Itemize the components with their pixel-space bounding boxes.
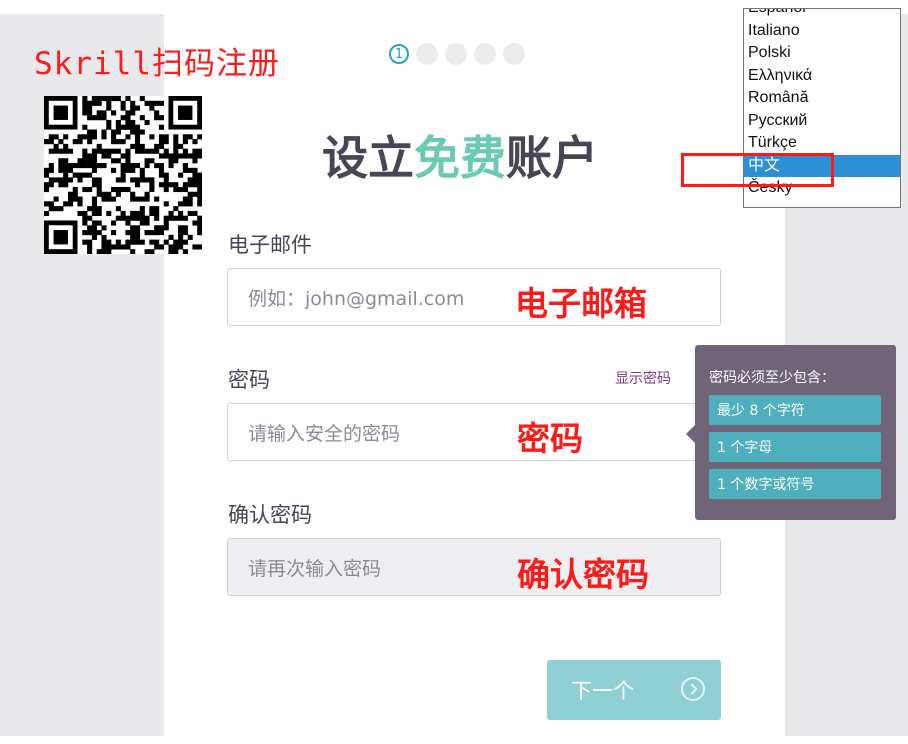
next-button[interactable]: 下一个 (547, 660, 721, 720)
page-title: 设立免费账户 (322, 122, 598, 188)
step-4-dot (474, 43, 496, 65)
language-option[interactable]: Türkçe (744, 132, 900, 155)
title-part2: 账户 (506, 131, 598, 185)
language-option[interactable]: Русский (744, 110, 900, 133)
title-accent: 免费 (414, 131, 506, 185)
qr-code-image (44, 96, 202, 254)
step-indicator: 1 (389, 41, 525, 67)
step-2-dot (416, 43, 438, 65)
password-field[interactable]: 请输入安全的密码 (227, 403, 721, 461)
step-1-current: 1 (389, 44, 409, 64)
show-password-link[interactable]: 显示密码 (615, 368, 671, 388)
password-annotation: 密码 (517, 419, 583, 458)
step-5-dot (503, 43, 525, 65)
confirm-password-label: 确认密码 (228, 503, 312, 527)
tooltip-arrow (686, 425, 695, 443)
next-button-label: 下一个 (571, 679, 634, 703)
selected-language-highlight (681, 153, 834, 187)
confirm-password-annotation: 确认密码 (517, 555, 649, 594)
email-label: 电子邮件 (228, 233, 312, 257)
rule-number-or-symbol: 1 个数字或符号 (709, 469, 881, 499)
language-option[interactable]: Español (744, 9, 900, 20)
tooltip-title: 密码必须至少包含： (709, 370, 835, 386)
email-placeholder: 例如：john@gmail.com (248, 287, 465, 310)
email-annotation: 电子邮箱 (515, 284, 647, 323)
chevron-right-circle-icon (681, 677, 705, 701)
rule-min-chars: 最少 8 个字符 (709, 395, 881, 425)
promo-title: Skrill扫码注册 (34, 46, 280, 82)
title-part1: 设立 (322, 131, 414, 185)
step-3-dot (445, 43, 467, 65)
password-placeholder: 请输入安全的密码 (248, 422, 401, 445)
language-option[interactable]: Ελληνικά (744, 65, 900, 88)
password-label: 密码 (228, 368, 270, 392)
language-option[interactable]: Polski (744, 42, 900, 65)
password-requirements-tooltip: 密码必须至少包含： 最少 8 个字符 1 个字母 1 个数字或符号 (686, 345, 896, 520)
language-option[interactable]: Italiano (744, 20, 900, 43)
rule-one-letter: 1 个字母 (709, 432, 881, 462)
confirm-password-placeholder: 请再次输入密码 (248, 557, 382, 580)
language-option[interactable]: Română (744, 87, 900, 110)
